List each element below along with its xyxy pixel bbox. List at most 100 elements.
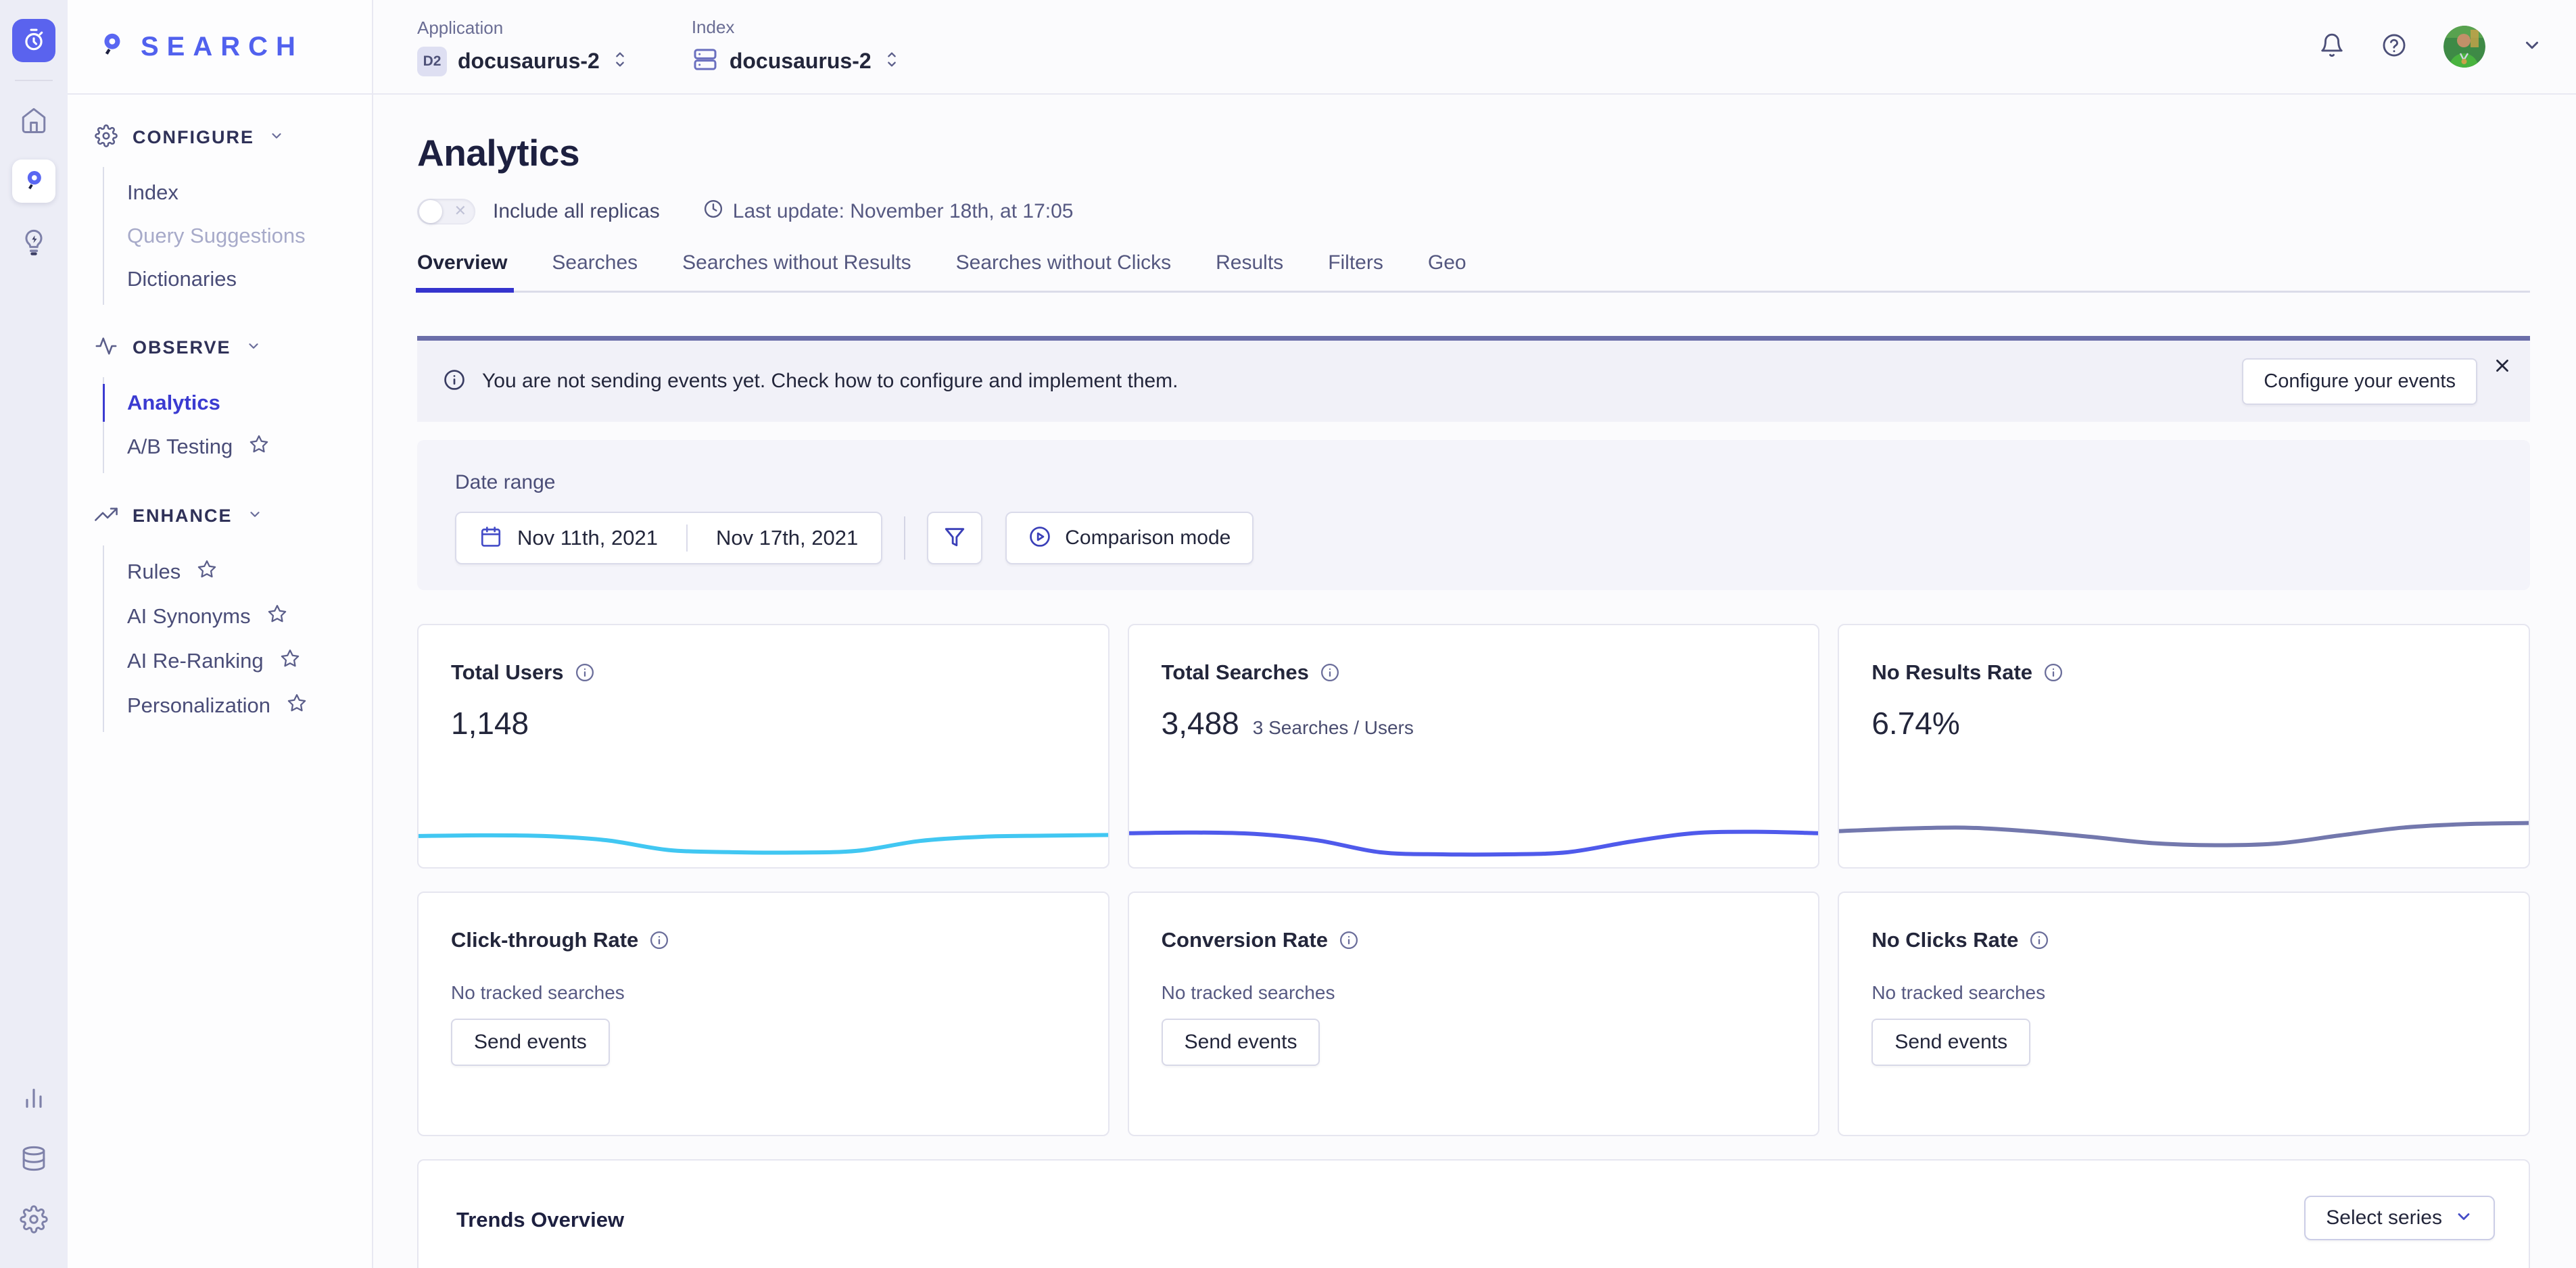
filter-button[interactable]: [927, 512, 982, 564]
avatar[interactable]: [2443, 26, 2485, 68]
info-icon[interactable]: [2043, 662, 2064, 683]
content: Analytics ✕ Include all replicas Last up…: [373, 95, 2576, 1268]
info-icon[interactable]: [1339, 930, 1359, 950]
star-icon[interactable]: [197, 559, 217, 585]
clock-icon: [703, 199, 723, 224]
chevron-down-icon: [2454, 1207, 2473, 1229]
sidebar-section-enhance[interactable]: ENHANCE: [95, 503, 372, 529]
date-start: Nov 11th, 2021: [517, 526, 658, 550]
empty-state-text: No tracked searches: [451, 982, 1108, 1004]
close-icon[interactable]: [2492, 356, 2512, 379]
select-series-button[interactable]: Select series: [2304, 1196, 2495, 1240]
rail-divider: [15, 80, 53, 81]
chevron-down-icon: [269, 128, 284, 147]
info-icon[interactable]: [649, 930, 669, 950]
index-selector[interactable]: Index docusaurus-2: [692, 17, 901, 76]
info-icon[interactable]: [1320, 662, 1340, 683]
date-range-label: Date range: [455, 471, 2492, 494]
info-icon[interactable]: [575, 662, 595, 683]
help-icon[interactable]: [2381, 32, 2407, 62]
events-banner: You are not sending events yet. Check ho…: [417, 336, 2530, 422]
tab-overview[interactable]: Overview: [417, 251, 507, 291]
configure-items: Index Query Suggestions Dictionaries: [103, 167, 372, 305]
tab-searches[interactable]: Searches: [552, 251, 638, 291]
rail-home-button[interactable]: [12, 99, 55, 142]
tab-filters[interactable]: Filters: [1328, 251, 1383, 291]
include-replicas-toggle[interactable]: ✕: [417, 199, 475, 224]
application-selector[interactable]: Application D2 docusaurus-2: [417, 18, 629, 76]
star-icon[interactable]: [280, 648, 300, 674]
sidebar-section-observe[interactable]: OBSERVE: [95, 335, 372, 361]
chevron-down-icon: [246, 339, 261, 357]
tab-geo[interactable]: Geo: [1428, 251, 1466, 291]
gear-icon: [20, 1205, 48, 1234]
empty-state-text: No tracked searches: [1871, 982, 2529, 1004]
sidebar-item-rules[interactable]: Rules: [104, 550, 372, 594]
sidebar-section-configure[interactable]: CONFIGURE: [95, 124, 372, 151]
sidebar-item-index[interactable]: Index: [104, 171, 372, 214]
star-icon[interactable]: [267, 604, 287, 629]
rail-data-button[interactable]: [12, 1137, 55, 1180]
stopwatch-icon: [21, 28, 47, 53]
info-icon: [443, 368, 466, 395]
section-label: OBSERVE: [133, 337, 231, 358]
funnel-icon: [943, 525, 966, 552]
toggle-label: Include all replicas: [493, 200, 660, 223]
send-events-button[interactable]: Send events: [1871, 1019, 2030, 1066]
bar-chart-icon: [20, 1084, 47, 1111]
tab-results[interactable]: Results: [1216, 251, 1283, 291]
bell-icon[interactable]: [2319, 32, 2345, 62]
tab-searches-without-clicks[interactable]: Searches without Clicks: [956, 251, 1171, 291]
total-users-card: Total Users 1,148: [417, 624, 1110, 869]
database-icon: [20, 1144, 48, 1173]
info-icon[interactable]: [2029, 930, 2049, 950]
icon-rail: [0, 0, 68, 1268]
date-range-button[interactable]: Nov 11th, 2021 Nov 17th, 2021: [455, 512, 882, 564]
trends-title: Trends Overview: [456, 1208, 624, 1232]
sparkline: [1129, 816, 1819, 859]
sidebar-item-personalization[interactable]: Personalization: [104, 683, 372, 728]
search-pin-icon: [96, 30, 127, 64]
sidebar-item-ab-testing[interactable]: A/B Testing: [104, 424, 372, 469]
logo-text: SEARCH: [141, 32, 304, 62]
star-icon[interactable]: [249, 434, 269, 460]
sidebar-item-query-suggestions[interactable]: Query Suggestions: [104, 214, 372, 258]
sidebar-item-analytics[interactable]: Analytics: [104, 381, 372, 424]
topbar: Application D2 docusaurus-2 Index docusa…: [373, 0, 2576, 95]
banner-message: You are not sending events yet. Check ho…: [482, 370, 1178, 393]
sidebar: SEARCH CONFIGURE Index Query Suggestions…: [68, 0, 373, 1268]
sidebar-item-ai-synonyms[interactable]: AI Synonyms: [104, 594, 372, 639]
send-events-button[interactable]: Send events: [1162, 1019, 1320, 1066]
main-area: Application D2 docusaurus-2 Index docusa…: [373, 0, 2576, 1268]
application-badge: D2: [417, 47, 447, 76]
sidebar-item-dictionaries[interactable]: Dictionaries: [104, 258, 372, 301]
last-update: Last update: November 18th, at 17:05: [703, 199, 1074, 224]
calendar-icon: [479, 525, 502, 552]
app-root: SEARCH CONFIGURE Index Query Suggestions…: [0, 0, 2576, 1268]
user-menu-chevron-icon[interactable]: [2522, 35, 2542, 59]
tab-searches-without-results[interactable]: Searches without Results: [682, 251, 911, 291]
date-end: Nov 17th, 2021: [716, 526, 858, 550]
total-searches-card: Total Searches 3,488 3 Searches / Users: [1128, 624, 1820, 869]
no-clicks-rate-card: No Clicks Rate No tracked searches Send …: [1838, 892, 2530, 1136]
apps-stopwatch-tile[interactable]: [12, 19, 55, 62]
search-logo[interactable]: SEARCH: [68, 0, 372, 95]
date-range-panel: Date range Nov 11th, 2021 Nov 17th, 2021: [417, 440, 2530, 590]
rail-search-button[interactable]: [12, 160, 55, 203]
rail-settings-button[interactable]: [12, 1198, 55, 1241]
metrics-row-1: Total Users 1,148 Total Searches: [417, 624, 2530, 869]
home-icon: [20, 106, 48, 135]
meta-row: ✕ Include all replicas Last update: Nove…: [417, 199, 2530, 224]
configure-events-button[interactable]: Configure your events: [2242, 358, 2477, 405]
rail-recommend-button[interactable]: [12, 220, 55, 264]
comparison-mode-button[interactable]: Comparison mode: [1005, 512, 1254, 564]
metric-subtitle: 3 Searches / Users: [1253, 717, 1414, 739]
rail-analytics-button[interactable]: [12, 1076, 55, 1119]
chevron-down-icon: [247, 507, 262, 525]
metric-value: 6.74%: [1871, 705, 1959, 741]
chevron-up-down-icon: [611, 48, 629, 74]
star-icon[interactable]: [287, 693, 307, 718]
sidebar-item-ai-re-ranking[interactable]: AI Re-Ranking: [104, 639, 372, 683]
no-results-rate-card: No Results Rate 6.74%: [1838, 624, 2530, 869]
send-events-button[interactable]: Send events: [451, 1019, 610, 1066]
